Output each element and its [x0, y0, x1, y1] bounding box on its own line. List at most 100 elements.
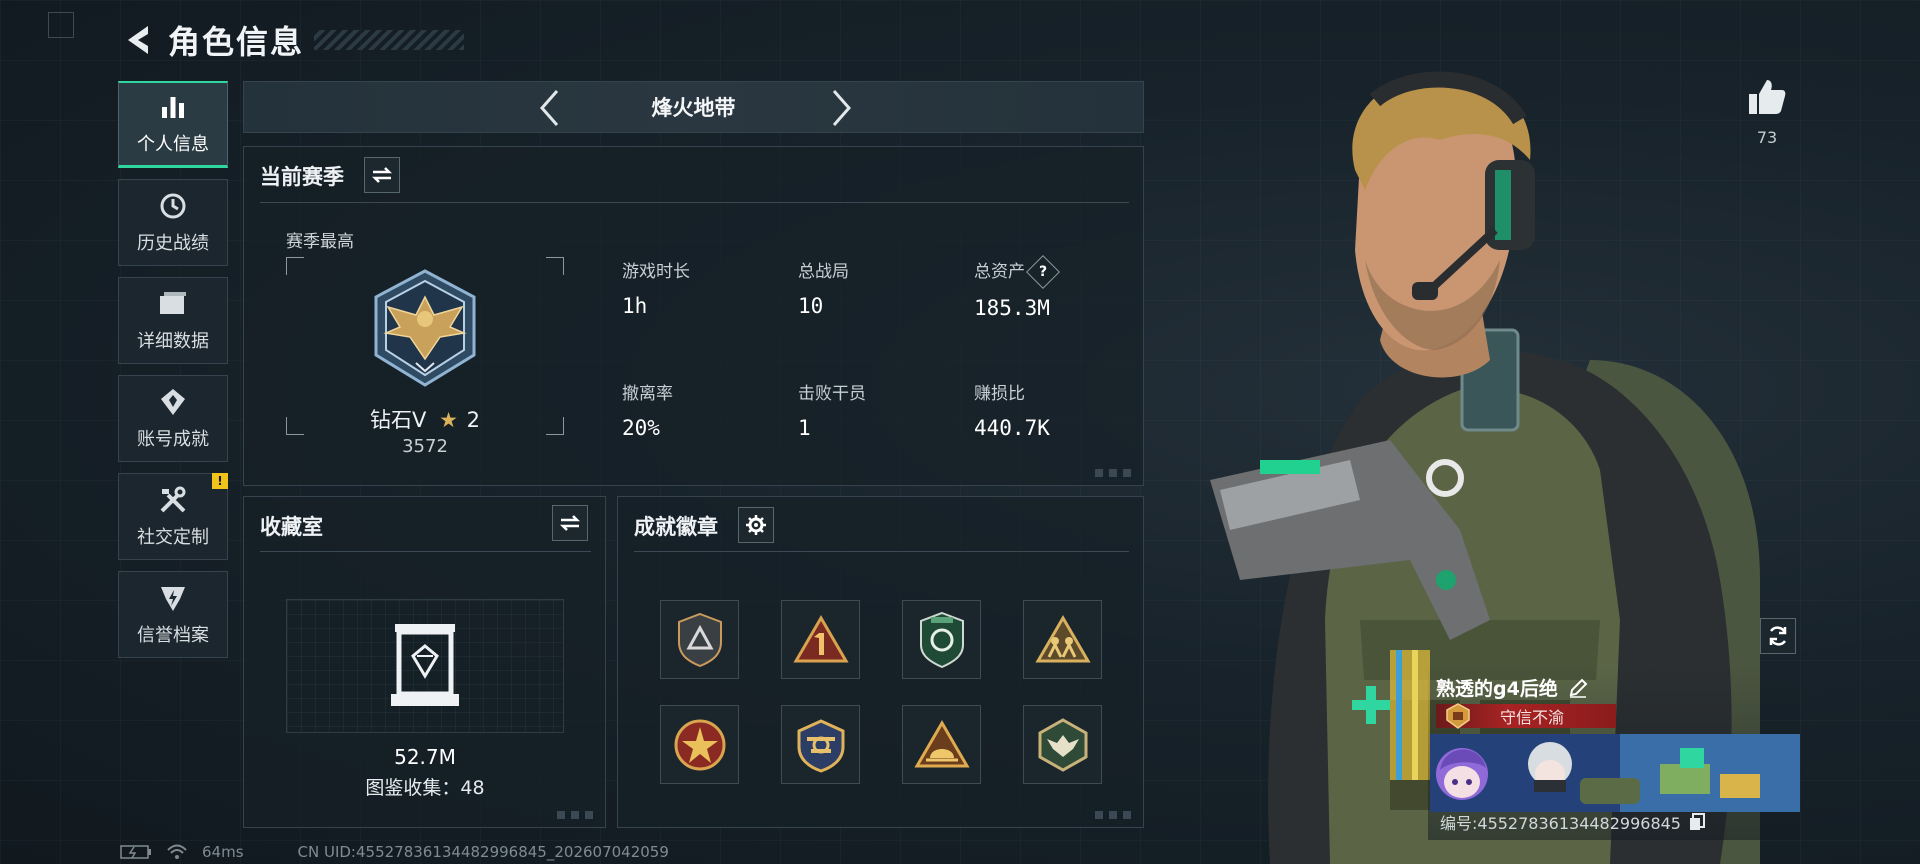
wifi-icon	[167, 844, 187, 859]
badge-slot[interactable]	[1023, 600, 1102, 679]
copy-icon[interactable]	[1689, 813, 1705, 831]
collection-display[interactable]	[286, 599, 564, 733]
stat-label: 击败干员	[798, 384, 866, 404]
stat-value: 185.3M	[974, 296, 1050, 320]
swap-icon	[371, 167, 393, 183]
stat-label: 赚损比	[974, 384, 1025, 404]
stat-label: 总战局	[798, 262, 849, 282]
stat-value: 10	[798, 294, 824, 318]
player-uid-row: 编号:455278361344829968​45	[1440, 810, 1705, 834]
mode-prev-button[interactable]	[529, 88, 569, 128]
chevron-right-icon	[832, 90, 852, 126]
sidebar-item-label: 账号成就	[137, 428, 209, 450]
stat-value: 1	[798, 416, 811, 440]
display-case-icon	[391, 624, 459, 706]
player-name-row: 熟透的g4后绝	[1436, 674, 1588, 701]
corner-decoration	[48, 12, 74, 38]
sidebar-item-label: 历史战绩	[137, 232, 209, 254]
stat-profit-loss-ratio: 赚损比 440.7K	[974, 379, 1050, 440]
sidebar-item-profile[interactable]: 个人信息	[118, 81, 228, 168]
stat-label: 总资产	[974, 262, 1025, 282]
sidebar-item-social[interactable]: ! 社交定制	[118, 473, 228, 560]
rank-stars: 2	[466, 408, 480, 432]
stat-value: 440.7K	[974, 416, 1050, 440]
header: 角色信息	[118, 18, 465, 62]
badges-settings-button[interactable]	[738, 507, 774, 543]
badge-crest-icon	[797, 718, 844, 773]
season-best-label: 赛季最高	[286, 232, 354, 252]
badge-slot[interactable]	[660, 600, 739, 679]
badges-panel: 成就徽章	[617, 496, 1144, 828]
bar-chart-icon	[158, 92, 188, 122]
sidebar-item-details[interactable]: 详细数据	[118, 277, 228, 364]
divider	[260, 202, 1129, 203]
badge-shield-icon	[677, 612, 722, 667]
back-arrow-icon	[128, 26, 148, 54]
warning-badge: !	[212, 473, 228, 489]
badge-grid	[660, 600, 1102, 784]
stat-total-matches: 总战局 10	[798, 257, 849, 318]
title-emblem-icon	[1446, 703, 1470, 729]
refresh-icon	[1769, 626, 1787, 646]
corner-decoration	[1095, 469, 1135, 477]
rank-score: 3572	[402, 436, 448, 457]
stat-value: 1h	[622, 294, 648, 318]
back-button[interactable]	[118, 20, 158, 60]
badge-slot[interactable]	[902, 600, 981, 679]
collection-value: 52.7M	[394, 745, 456, 769]
player-banner[interactable]	[1430, 734, 1800, 812]
anime-banner-image	[1430, 734, 1800, 812]
question-icon: ?	[1038, 264, 1048, 280]
badge-slot[interactable]	[781, 600, 860, 679]
rank-name: 钻石V	[370, 408, 427, 432]
title-decoration	[314, 30, 465, 50]
sidebar-item-label: 个人信息	[137, 134, 209, 155]
edit-pencil-icon[interactable]	[1568, 678, 1588, 698]
tools-icon	[158, 485, 188, 515]
cn-uid: CN UID:455278361344829968​45_20260704205…	[297, 843, 669, 861]
badge-triangle-one-icon	[792, 614, 849, 662]
collection-switch-button[interactable]	[552, 505, 588, 541]
mode-title: 烽火地带	[651, 96, 736, 120]
badge-slot[interactable]	[781, 705, 860, 784]
ping-value: 64ms	[202, 843, 244, 861]
help-button[interactable]: ?	[1026, 255, 1060, 289]
like-count: 73	[1756, 128, 1778, 147]
badges-title: 成就徽章	[634, 515, 718, 539]
player-title-strip: 守信不渝	[1436, 703, 1616, 729]
player-card: 熟透的g4后绝 守信不渝 编号:455278361344829968​45	[1428, 664, 1800, 840]
collection-count: 图鉴收集：48	[365, 777, 485, 799]
player-uid: 编号:455278361344829968​45	[1440, 814, 1681, 833]
season-switch-button[interactable]	[364, 157, 400, 193]
sidebar-item-achievements[interactable]: 账号成就	[118, 375, 228, 462]
divider	[260, 551, 591, 552]
stat-total-assets: 总资产? 185.3M	[974, 255, 1060, 320]
swap-icon	[559, 515, 581, 531]
season-title: 当前赛季	[260, 165, 344, 189]
sidebar-item-reputation[interactable]: 信誉档案	[118, 571, 228, 658]
stat-playtime: 游戏时长 1h	[622, 257, 690, 318]
player-name: 熟透的g4后绝	[1436, 678, 1558, 700]
star-icon: ★	[439, 408, 458, 432]
badge-slot[interactable]	[1023, 705, 1102, 784]
shield-lightning-icon	[158, 583, 188, 613]
mode-selector: 烽火地带	[243, 81, 1144, 133]
page-title: 角色信息	[168, 23, 305, 61]
rotate-model-button[interactable]	[1760, 618, 1796, 654]
badge-slot[interactable]	[902, 705, 981, 784]
status-bar: 64ms CN UID:455278361344829968​45_202607…	[120, 843, 669, 861]
like-button[interactable]: 73	[1742, 78, 1792, 147]
season-panel: 当前赛季 赛季最高 钻石V ★ 2 3572 游戏时长 1h 总战局 10 总资…	[243, 146, 1144, 486]
sidebar-item-label: 社交定制	[137, 526, 209, 548]
badge-eagle-hex-icon	[1038, 717, 1087, 772]
sidebar-item-label: 信誉档案	[137, 624, 209, 646]
chevron-left-icon	[539, 90, 559, 126]
mode-next-button[interactable]	[822, 88, 862, 128]
sidebar: 个人信息 历史战绩 详细数据 账号成就 ! 社交定制 信誉档案	[118, 81, 228, 669]
collection-title: 收藏室	[260, 515, 323, 539]
sidebar-item-label: 详细数据	[137, 330, 209, 352]
badge-slot[interactable]	[660, 705, 739, 784]
sidebar-item-history[interactable]: 历史战绩	[118, 179, 228, 266]
stat-label: 游戏时长	[622, 262, 690, 282]
corner-decoration	[557, 811, 597, 819]
